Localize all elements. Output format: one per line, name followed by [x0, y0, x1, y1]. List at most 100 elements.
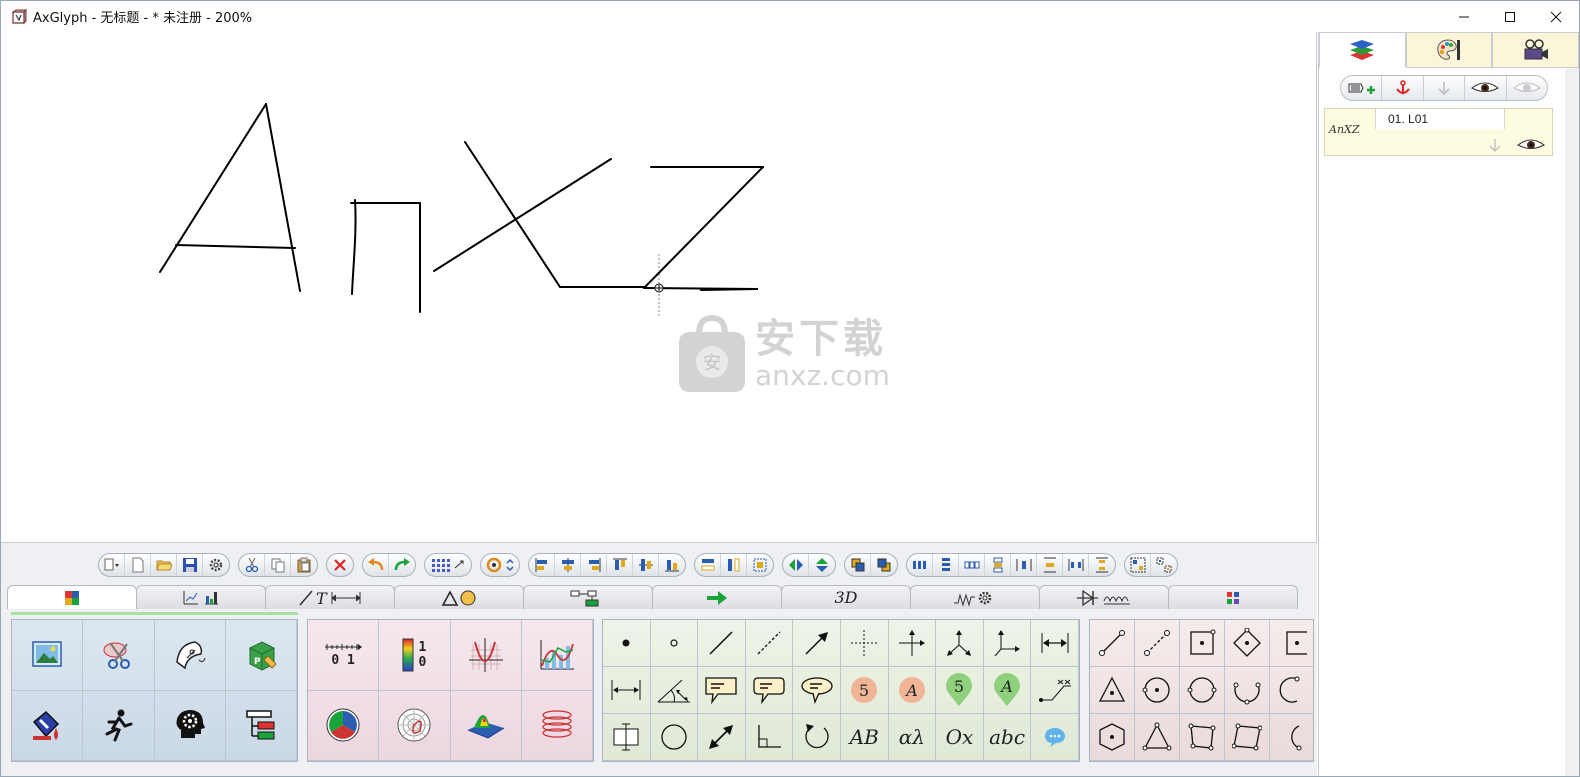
paste-button[interactable]: [291, 554, 317, 576]
double-arrow-tool[interactable]: [698, 714, 746, 761]
circle-tool[interactable]: [650, 714, 699, 761]
triangle-points-tool[interactable]: [1135, 714, 1180, 761]
number-marker-tool[interactable]: 5: [840, 667, 889, 714]
tab-style[interactable]: [1405, 32, 1493, 68]
redo-button[interactable]: [389, 554, 415, 576]
dimension-h-tool[interactable]: [603, 667, 651, 714]
letter-marker-tool[interactable]: A: [888, 667, 937, 714]
tab-flowchart[interactable]: [523, 585, 653, 609]
tab-3d[interactable]: 3D: [781, 585, 911, 609]
line-tool[interactable]: [698, 620, 746, 667]
align-right-button[interactable]: [581, 554, 607, 576]
speech-bubble-tool[interactable]: [1031, 714, 1079, 761]
callout-rect-tool[interactable]: [698, 667, 746, 714]
plain-text-tool[interactable]: abc: [983, 714, 1032, 761]
tab-circuit[interactable]: [910, 585, 1040, 609]
distribute-1-button[interactable]: [907, 554, 933, 576]
axes-2d-tool[interactable]: [888, 620, 937, 667]
axes-corner-tool[interactable]: [983, 620, 1032, 667]
animation-tool[interactable]: [83, 690, 155, 761]
colorbar-tool[interactable]: 1 0: [379, 620, 451, 691]
anchor-layer-button[interactable]: [1382, 76, 1424, 100]
ungroup-button[interactable]: [1151, 554, 1177, 576]
arrow-line-tool[interactable]: [793, 620, 841, 667]
tree-tool[interactable]: [225, 690, 297, 761]
move-layer-down-button[interactable]: [1424, 76, 1466, 100]
parametric-3d-tool[interactable]: [521, 690, 593, 761]
align-bottom-button[interactable]: [659, 554, 685, 576]
tab-general[interactable]: [7, 585, 137, 609]
letter-pin-tool[interactable]: A: [983, 667, 1032, 714]
dashed-line-tool[interactable]: [745, 620, 794, 667]
text-box-tool[interactable]: [603, 714, 651, 761]
mind-tool[interactable]: [154, 690, 226, 761]
angle-tool[interactable]: [650, 667, 699, 714]
pen-tool[interactable]: [154, 620, 226, 691]
settings-button[interactable]: [203, 554, 229, 576]
same-size-button[interactable]: [747, 554, 773, 576]
align-left-button[interactable]: [529, 554, 555, 576]
tab-lines-text[interactable]: T: [265, 585, 395, 609]
tab-animation[interactable]: [1492, 32, 1580, 68]
open-file-button[interactable]: [151, 554, 177, 576]
triangle-tool[interactable]: [1090, 667, 1135, 714]
layer-item[interactable]: AnXZ 01. L01: [1324, 108, 1553, 156]
delete-button[interactable]: [327, 554, 353, 576]
minimize-button[interactable]: [1441, 1, 1487, 32]
segment-tool[interactable]: [1090, 620, 1135, 667]
close-button[interactable]: [1533, 1, 1579, 32]
cutout-tool[interactable]: [83, 620, 155, 691]
distribute-5-button[interactable]: [1011, 554, 1037, 576]
cut-button[interactable]: [239, 554, 265, 576]
surface-plot-tool[interactable]: [450, 690, 522, 761]
align-middle-button[interactable]: [633, 554, 659, 576]
circle-two-point-tool[interactable]: [1180, 667, 1225, 714]
callout-ellipse-tool[interactable]: [793, 667, 841, 714]
pie-chart-tool[interactable]: [308, 690, 380, 761]
parallelogram-tool[interactable]: [1225, 714, 1270, 761]
align-top-button[interactable]: [607, 554, 633, 576]
maximize-button[interactable]: [1487, 1, 1533, 32]
tab-electronics[interactable]: [1039, 585, 1169, 609]
same-width-button[interactable]: [695, 554, 721, 576]
plugin-tool[interactable]: P: [225, 620, 297, 691]
tab-charts[interactable]: [136, 585, 266, 609]
show-layer-button[interactable]: [1465, 76, 1507, 100]
distribute-2-button[interactable]: [933, 554, 959, 576]
layer-visible-icon[interactable]: [1516, 138, 1546, 152]
math-text-tool[interactable]: Ox: [936, 714, 984, 761]
distribute-8-button[interactable]: [1089, 554, 1115, 576]
dashed-segment-tool[interactable]: [1135, 620, 1180, 667]
add-layer-button[interactable]: [1341, 76, 1383, 100]
greek-tool[interactable]: αλ: [888, 714, 937, 761]
same-height-button[interactable]: [721, 554, 747, 576]
arc-arrow-tool[interactable]: [793, 714, 841, 761]
diamond-tool[interactable]: [1225, 620, 1270, 667]
save-file-button[interactable]: [177, 554, 203, 576]
square-tool[interactable]: [1180, 620, 1225, 667]
dot-tool[interactable]: [603, 620, 651, 667]
function-plot-tool[interactable]: [450, 620, 522, 691]
distribute-3-button[interactable]: [959, 554, 985, 576]
leader-line-tool[interactable]: [1031, 667, 1079, 714]
square-partial-tool[interactable]: [1270, 620, 1313, 667]
arc-segment-tool[interactable]: [1270, 714, 1313, 761]
align-center-button[interactable]: [555, 554, 581, 576]
axis-tool[interactable]: 0 1: [308, 620, 380, 691]
crosshair-tool[interactable]: [840, 620, 889, 667]
layers-scrollbar[interactable]: [1565, 68, 1579, 776]
layer-down-icon[interactable]: [1488, 138, 1502, 152]
callout-round-tool[interactable]: [745, 667, 794, 714]
tab-misc[interactable]: [1168, 585, 1298, 609]
drawing-canvas[interactable]: [1, 32, 1317, 542]
paint-tool[interactable]: [12, 690, 84, 761]
hexagon-tool[interactable]: [1090, 714, 1135, 761]
send-back-button[interactable]: [871, 554, 897, 576]
distribute-4-button[interactable]: [985, 554, 1011, 576]
distribute-7-button[interactable]: [1063, 554, 1089, 576]
flip-horizontal-button[interactable]: [783, 554, 809, 576]
new-file-button[interactable]: [125, 554, 151, 576]
polar-chart-tool[interactable]: [379, 690, 451, 761]
group-button[interactable]: [1125, 554, 1151, 576]
grid-toggle-button[interactable]: [425, 554, 471, 576]
